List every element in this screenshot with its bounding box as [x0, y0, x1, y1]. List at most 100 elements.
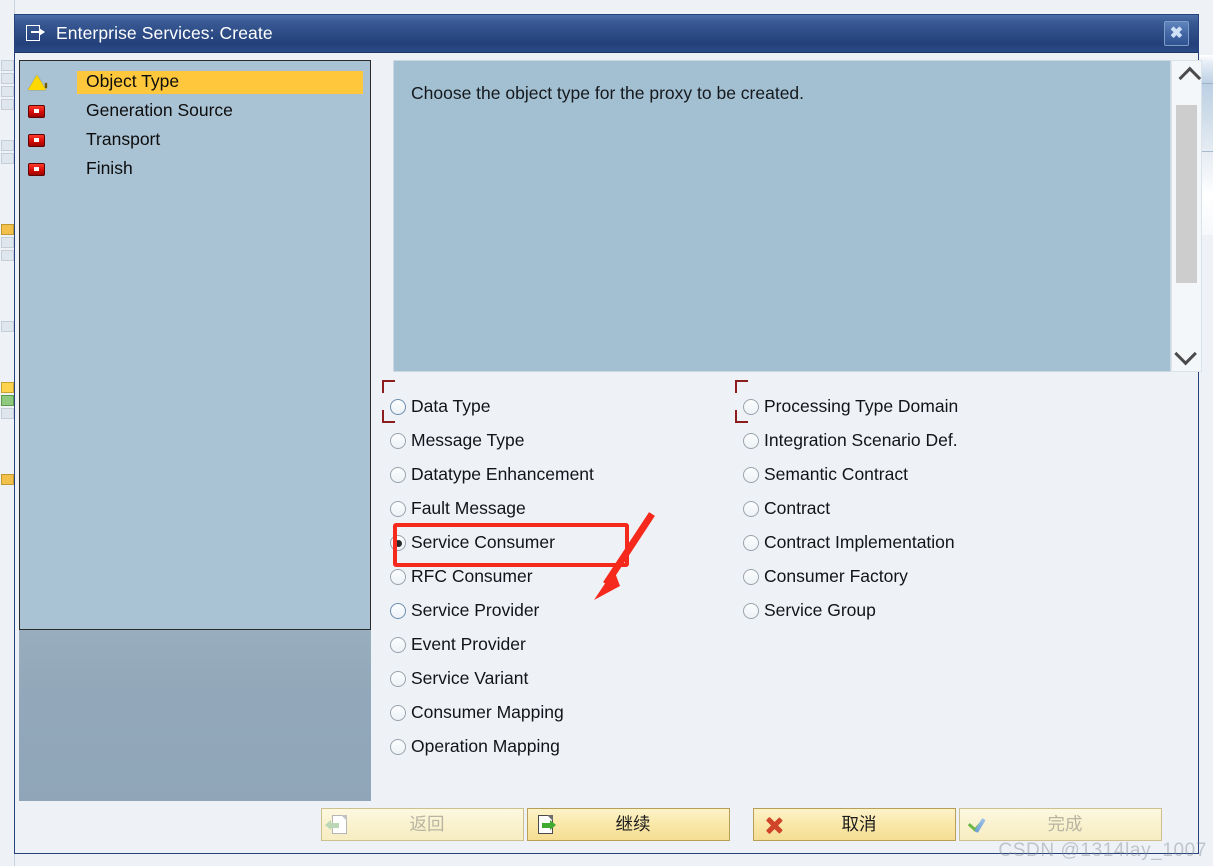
export-object-icon	[26, 25, 47, 42]
radio-button[interactable]	[390, 569, 406, 585]
radio-integration-scenario-def[interactable]: Integration Scenario Def.	[743, 424, 958, 458]
radio-button[interactable]	[390, 705, 406, 721]
finish-button[interactable]: 完成	[959, 808, 1162, 841]
bg-icon	[1, 60, 14, 71]
instruction-scrollbar[interactable]	[1171, 60, 1202, 372]
radio-service-provider[interactable]: Service Provider	[390, 594, 594, 628]
radio-consumer-factory[interactable]: Consumer Factory	[743, 560, 958, 594]
bg-icon	[1, 408, 14, 419]
radio-label: Processing Type Domain	[764, 396, 959, 417]
close-glyph: ✖	[1169, 24, 1184, 42]
radio-button[interactable]	[390, 637, 406, 653]
object-type-radio-group: Data Type Message Type Datatype Enhancem…	[375, 380, 1194, 801]
radio-label: Message Type	[411, 430, 525, 451]
bg-icon	[1, 224, 14, 235]
back-button-label: 返回	[409, 813, 445, 834]
sidebar-item-finish[interactable]: Finish	[20, 155, 370, 184]
cancel-button[interactable]: 取消	[753, 808, 956, 841]
continue-button[interactable]: 继续	[527, 808, 730, 841]
radio-button[interactable]	[743, 501, 759, 517]
back-document-icon	[325, 813, 353, 836]
sidebar-item-generation-source[interactable]: Generation Source	[20, 97, 370, 126]
sidebar-item-label: Finish	[86, 157, 133, 178]
radio-rfc-consumer[interactable]: RFC Consumer	[390, 560, 594, 594]
scrollbar-thumb[interactable]	[1176, 105, 1197, 283]
wizard-step-list: Object Type Generation Source Transport …	[19, 60, 371, 630]
bg-icon	[1, 86, 14, 97]
radio-service-consumer[interactable]: Service Consumer	[390, 526, 594, 560]
object-type-column-left: Data Type Message Type Datatype Enhancem…	[382, 380, 655, 764]
radio-semantic-contract[interactable]: Semantic Contract	[743, 458, 958, 492]
wizard-steps-panel: Object Type Generation Source Transport …	[19, 60, 371, 835]
radio-message-type[interactable]: Message Type	[390, 424, 594, 458]
radio-button[interactable]	[743, 535, 759, 551]
focus-marker-icon	[735, 380, 748, 393]
sidebar-item-label: Transport	[86, 128, 161, 149]
bg-icon	[1, 395, 14, 406]
radio-button[interactable]	[743, 603, 759, 619]
radio-button[interactable]	[390, 467, 406, 483]
radio-data-type[interactable]: Data Type	[382, 380, 594, 424]
object-type-column-right: Processing Type Domain Integration Scena…	[735, 380, 959, 628]
radio-label: Contract	[764, 498, 831, 519]
radio-contract[interactable]: Contract	[743, 492, 958, 526]
radio-label: Service Group	[764, 600, 876, 621]
red-square-icon	[28, 131, 47, 150]
bg-icon	[1, 250, 14, 261]
enterprise-services-create-dialog: Enterprise Services: Create ✖ Object Typ…	[14, 14, 1202, 854]
warning-triangle-icon	[28, 73, 47, 92]
bg-icon	[1, 73, 14, 84]
radio-button[interactable]	[743, 467, 759, 483]
radio-event-provider[interactable]: Event Provider	[390, 628, 594, 662]
radio-consumer-mapping[interactable]: Consumer Mapping	[390, 696, 594, 730]
radio-button[interactable]	[743, 569, 759, 585]
bg-icon	[1, 99, 14, 110]
instruction-panel: Choose the object type for the proxy to …	[393, 60, 1171, 372]
radio-label: Service Provider	[411, 600, 540, 621]
radio-label: Event Provider	[411, 634, 526, 655]
radio-label: Consumer Mapping	[411, 702, 564, 723]
bg-icon	[1, 140, 14, 151]
radio-label: Consumer Factory	[764, 566, 908, 587]
background-toolbar-icons	[0, 60, 14, 660]
chevron-down-icon[interactable]	[1172, 337, 1201, 371]
sidebar-item-transport[interactable]: Transport	[20, 126, 370, 155]
bg-icon	[1, 474, 14, 485]
dialog-title: Enterprise Services: Create	[56, 23, 273, 43]
radio-datatype-enhancement[interactable]: Datatype Enhancement	[390, 458, 594, 492]
cancel-x-icon	[761, 813, 785, 836]
instruction-text: Choose the object type for the proxy to …	[411, 83, 805, 103]
back-button[interactable]: 返回	[321, 808, 524, 841]
continue-button-label: 继续	[615, 813, 651, 834]
radio-button[interactable]	[390, 603, 406, 619]
sidebar-item-object-type[interactable]: Object Type	[20, 68, 370, 97]
red-square-icon	[28, 160, 47, 179]
radio-button[interactable]	[390, 739, 406, 755]
radio-label: Integration Scenario Def.	[764, 430, 958, 451]
bg-icon	[1, 382, 14, 393]
cancel-button-label: 取消	[841, 813, 877, 834]
radio-service-group[interactable]: Service Group	[743, 594, 958, 628]
radio-button[interactable]	[390, 501, 406, 517]
radio-button[interactable]	[390, 399, 406, 415]
chevron-up-icon[interactable]	[1172, 61, 1201, 95]
main-content: Choose the object type for the proxy to …	[375, 60, 1202, 801]
focus-marker-icon	[382, 380, 395, 393]
radio-label: RFC Consumer	[411, 566, 533, 587]
radio-button[interactable]	[390, 433, 406, 449]
radio-fault-message[interactable]: Fault Message	[390, 492, 594, 526]
radio-button[interactable]	[390, 671, 406, 687]
red-square-icon	[28, 102, 47, 121]
radio-button[interactable]	[743, 399, 759, 415]
radio-processing-type-domain[interactable]: Processing Type Domain	[735, 380, 959, 424]
radio-service-variant[interactable]: Service Variant	[390, 662, 594, 696]
radio-contract-implementation[interactable]: Contract Implementation	[743, 526, 958, 560]
radio-button[interactable]	[743, 433, 759, 449]
bg-icon	[1, 237, 14, 248]
radio-operation-mapping[interactable]: Operation Mapping	[390, 730, 594, 764]
radio-button[interactable]	[390, 535, 406, 551]
radio-label: Operation Mapping	[411, 736, 560, 757]
bg-icon	[1, 321, 14, 332]
close-icon[interactable]: ✖	[1164, 21, 1189, 46]
radio-label: Service Consumer	[411, 532, 555, 553]
